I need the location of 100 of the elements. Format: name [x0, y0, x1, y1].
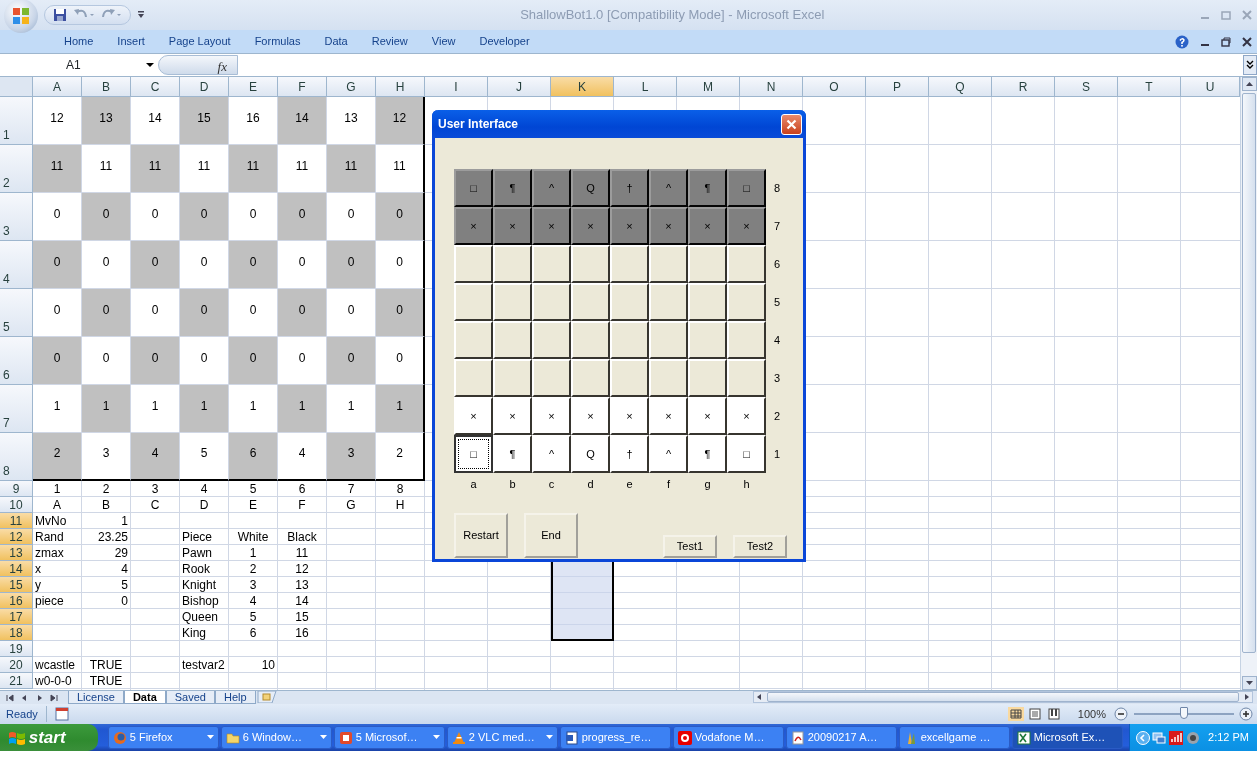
board-square[interactable]: ^ — [649, 435, 688, 473]
help-icon[interactable] — [1174, 34, 1189, 49]
board-square[interactable] — [571, 359, 610, 397]
board-square[interactable] — [571, 321, 610, 359]
sheet-cell[interactable]: 3 — [327, 433, 376, 481]
board-square[interactable] — [571, 283, 610, 321]
board-square[interactable]: × — [532, 397, 571, 435]
board-square[interactable]: Q — [571, 435, 610, 473]
board-square[interactable]: × — [688, 397, 727, 435]
board-square[interactable]: ¶ — [493, 169, 532, 207]
row-header[interactable]: 2 — [0, 145, 33, 193]
taskbar-button[interactable]: Microsoft Ex… — [1012, 726, 1123, 749]
taskbar-button[interactable]: excellgame … — [899, 726, 1010, 749]
board-square[interactable]: □ — [454, 169, 493, 207]
column-header[interactable]: I — [425, 77, 488, 97]
office-button[interactable] — [4, 0, 38, 33]
board-square[interactable]: × — [649, 397, 688, 435]
taskbar-button[interactable]: 5 Firefox — [108, 726, 219, 749]
sheet-cell[interactable]: 2 — [376, 433, 425, 481]
board-square[interactable]: ^ — [649, 169, 688, 207]
zoom-out-icon[interactable] — [1114, 707, 1128, 721]
sheet-cell[interactable]: 0 — [327, 337, 376, 385]
column-header[interactable]: U — [1181, 77, 1240, 97]
board-square[interactable] — [493, 283, 532, 321]
close-button[interactable] — [781, 113, 802, 135]
board-square[interactable]: × — [493, 397, 532, 435]
row-header[interactable]: 12 — [0, 529, 33, 545]
board-square[interactable]: × — [571, 207, 610, 245]
column-header[interactable]: C — [131, 77, 180, 97]
board-square[interactable] — [454, 359, 493, 397]
column-header[interactable]: O — [803, 77, 866, 97]
column-header[interactable]: E — [229, 77, 278, 97]
board-square[interactable] — [454, 245, 493, 283]
board-square[interactable]: × — [493, 207, 532, 245]
sheet-cell[interactable]: 0 — [82, 193, 131, 241]
speaker-icon[interactable] — [1185, 730, 1200, 745]
sheet-cell[interactable]: 4 — [131, 433, 180, 481]
taskbar-button[interactable]: 6 Window… — [221, 726, 332, 749]
board-square[interactable] — [610, 359, 649, 397]
board-square[interactable]: □ — [454, 435, 493, 473]
expand-formula-bar-icon[interactable] — [1243, 55, 1257, 75]
page-break-view-icon[interactable] — [1045, 707, 1062, 721]
sheet-cell[interactable]: 11 — [131, 145, 180, 193]
column-header[interactable]: F — [278, 77, 327, 97]
sheet-cell[interactable]: 13 — [82, 97, 131, 145]
row-header[interactable]: 20 — [0, 657, 33, 673]
row-header[interactable]: 13 — [0, 545, 33, 561]
board-square[interactable] — [688, 245, 727, 283]
sheet-cell[interactable]: 0 — [180, 193, 229, 241]
column-header[interactable]: K — [551, 77, 614, 97]
row-header[interactable]: 21 — [0, 673, 33, 689]
board-square[interactable]: × — [727, 397, 766, 435]
dialog-button[interactable]: Restart — [454, 513, 508, 558]
macro-record-icon[interactable] — [54, 707, 69, 721]
column-header[interactable]: M — [677, 77, 740, 97]
ribbon-tab[interactable]: View — [419, 33, 468, 50]
column-header[interactable]: S — [1055, 77, 1118, 97]
sheet-cell[interactable]: 0 — [82, 289, 131, 337]
board-square[interactable] — [610, 283, 649, 321]
row-header[interactable]: 16 — [0, 593, 33, 609]
row-header[interactable]: 15 — [0, 577, 33, 593]
board-square[interactable] — [532, 245, 571, 283]
board-square[interactable]: ¶ — [493, 435, 532, 473]
taskbar-button[interactable]: 20090217 A… — [786, 726, 897, 749]
sheet-cell[interactable]: 1 — [180, 385, 229, 433]
scrollbar-thumb[interactable] — [766, 692, 1240, 702]
board-square[interactable]: × — [610, 397, 649, 435]
row-header[interactable]: 5 — [0, 289, 33, 337]
board-square[interactable] — [649, 283, 688, 321]
board-square[interactable] — [454, 321, 493, 359]
board-square[interactable] — [532, 283, 571, 321]
taskbar-button[interactable]: progress_re… — [560, 726, 671, 749]
board-square[interactable] — [493, 245, 532, 283]
board-square[interactable] — [571, 245, 610, 283]
board-square[interactable] — [727, 359, 766, 397]
vertical-scrollbar[interactable] — [1240, 77, 1257, 690]
column-header[interactable]: N — [740, 77, 803, 97]
ribbon-tab[interactable]: Page Layout — [156, 33, 243, 50]
row-header[interactable]: 11 — [0, 513, 33, 529]
sheet-cell[interactable]: 11 — [327, 145, 376, 193]
board-square[interactable]: × — [688, 207, 727, 245]
customize-toolbar-icon[interactable] — [137, 10, 145, 20]
board-square[interactable]: ^ — [532, 435, 571, 473]
sheet-cell[interactable]: 0 — [33, 241, 82, 289]
row-header[interactable]: 10 — [0, 497, 33, 513]
board-square[interactable] — [610, 245, 649, 283]
board-square[interactable] — [727, 245, 766, 283]
column-header[interactable]: T — [1118, 77, 1181, 97]
ribbon-tab[interactable]: Developer — [467, 33, 542, 50]
column-header[interactable]: L — [614, 77, 677, 97]
board-square[interactable]: × — [571, 397, 610, 435]
board-square[interactable] — [493, 321, 532, 359]
insert-function-button[interactable]: fx — [158, 55, 238, 75]
sheet-tab[interactable]: Saved — [165, 691, 215, 704]
sheet-cell[interactable]: 0 — [327, 241, 376, 289]
dialog-button[interactable]: Test1 — [663, 535, 717, 558]
sheet-cell[interactable]: 0 — [376, 193, 425, 241]
sheet-tab[interactable]: License — [68, 691, 124, 704]
board-square[interactable]: □ — [727, 435, 766, 473]
board-square[interactable]: × — [610, 207, 649, 245]
